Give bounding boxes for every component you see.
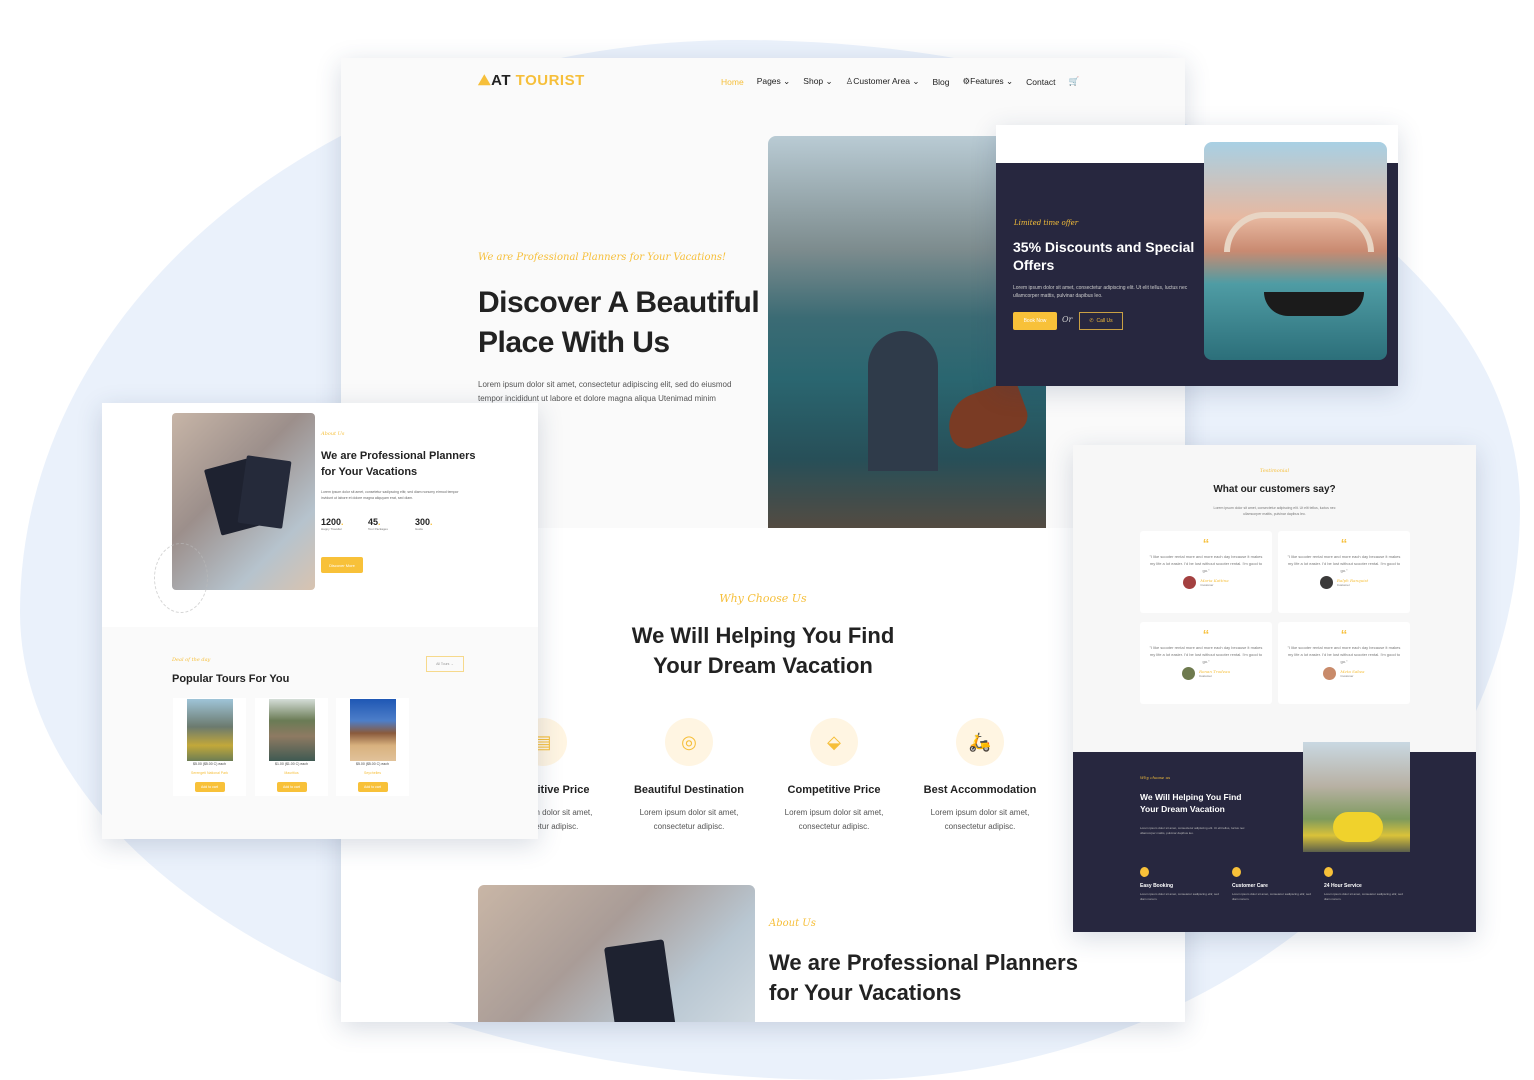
avatar <box>1323 667 1337 680</box>
why-tagline: Why choose us <box>1140 775 1171 780</box>
main-nav: Home Pages ⌄ Shop ⌄ ♙Customer Area ⌄ Blo… <box>721 76 1079 87</box>
book-now-button[interactable]: Book Now <box>1013 312 1057 330</box>
gear-icon: ⚙ <box>962 76 971 86</box>
offer-panel-preview: Limited time offer 35% Discounts and Spe… <box>996 125 1398 386</box>
dashed-circle-decoration <box>154 543 208 613</box>
service-item: 24 Hour Service Lorem ipsum dolor sit ame… <box>1324 867 1409 902</box>
quote-icon: “ <box>1202 627 1210 642</box>
call-us-button[interactable]: ✆ Call Us <box>1079 312 1123 330</box>
avatar <box>1181 667 1195 680</box>
testimonial-text: Lorem ipsum dolor sit amet, consectetur … <box>1213 506 1336 516</box>
passport-shape <box>237 455 292 529</box>
testimonial-card: “"I like scooter rental more and more ea… <box>1140 531 1272 613</box>
tour-card[interactable]: $1.00 ($1.00 C) each Mauritius Add to cart <box>255 698 328 796</box>
person-silhouette <box>868 331 938 471</box>
stat: 300. Guide <box>415 517 433 531</box>
feature-card: 🛵 Best Accommodation Lorem ipsum dolor sit… <box>910 718 1050 834</box>
feature-card: ⬙ Competitive Price Lorem ipsum dolor sit … <box>764 718 904 834</box>
stat: 45. Tour Packages <box>368 517 388 531</box>
chevron-down-icon: ⌄ <box>1006 76 1014 86</box>
price-tag-icon: ⬙ <box>810 718 858 766</box>
calendar-icon <box>1140 867 1149 877</box>
venice-photo <box>1204 142 1387 360</box>
all-tours-button[interactable]: All Tours → <box>426 656 464 672</box>
nav-features[interactable]: ⚙Features ⌄ <box>963 76 1014 87</box>
bridge-shape <box>1224 212 1374 252</box>
discover-more-button[interactable]: Discover More <box>321 557 363 573</box>
headset-icon <box>1232 867 1241 877</box>
why-text: Lorem ipsum dolor sit amet, consectetur … <box>1140 826 1245 835</box>
testimonial-card: “"I like scooter rental more and more ea… <box>1140 622 1272 704</box>
nav-shop[interactable]: Shop ⌄ <box>803 76 832 87</box>
phone-icon: ✆ <box>1089 318 1094 324</box>
testimonial-tagline: Testimonial <box>1259 468 1290 474</box>
tourist-hiker-icon: ⛰ <box>478 72 492 89</box>
or-label: Or <box>1062 315 1073 324</box>
quote-icon: “ <box>1340 627 1348 642</box>
tour-card[interactable]: $5.00 ($5.00 C) each Serengeti National P… <box>173 698 246 796</box>
stat: 1200. Happy Traveller <box>321 517 344 531</box>
nav-customer-area[interactable]: ♙Customer Area ⌄ <box>846 76 920 87</box>
passport-photo <box>478 885 755 1022</box>
why-dark-section <box>1073 752 1476 932</box>
logo[interactable]: ⛰AT TOURIST <box>478 72 585 89</box>
about-text: Lorem ipsum dolor sit amet, consetetur s… <box>321 490 459 500</box>
about-title: We are Professional Planners for Your Vac… <box>321 450 476 478</box>
add-to-cart-button[interactable]: Add to cart <box>276 782 307 792</box>
chevron-down-icon: ⌄ <box>825 76 833 86</box>
testimonial-card: “"I like scooter rental more and more ea… <box>1278 622 1410 704</box>
tour-image-palms <box>268 699 315 761</box>
about-tagline: About Us <box>321 431 345 437</box>
about-tagline: About Us <box>769 918 816 929</box>
nav-contact[interactable]: Contact <box>1026 77 1055 87</box>
tour-card[interactable]: $5.00 ($5.00 C) each Seychelles Add to car… <box>336 698 409 796</box>
feature-card: ◎ Beautiful Destination Lorem ipsum dolor … <box>619 718 759 834</box>
testimonials-panel-preview: Testimonial What our customers say? Lore… <box>1073 445 1476 932</box>
boat-shape <box>939 378 1033 454</box>
service-item: Customer Care Lorem ipsum dolor sit amet,… <box>1232 867 1317 902</box>
offer-title: 35% Discounts and Special Offers <box>1013 239 1195 273</box>
testimonial-card: “"I like scooter rental more and more ea… <box>1278 531 1410 613</box>
tour-image-cactus <box>186 699 233 761</box>
testimonial-title: What our customers say? <box>1213 484 1336 495</box>
why-title: We Will Helping You Find Your Dream Vacat… <box>1140 792 1242 814</box>
hero-title: Discover A Beautiful Place With Us <box>478 286 760 359</box>
add-to-cart-button[interactable]: Add to cart <box>357 782 388 792</box>
service-item: Easy Booking Lorem ipsum dolor sit amet, … <box>1140 867 1225 902</box>
cart-icon[interactable]: 🛒 <box>1068 76 1079 87</box>
nav-pages[interactable]: Pages ⌄ <box>757 76 791 87</box>
offer-tagline: Limited time offer <box>1014 219 1079 227</box>
deal-tagline: Deal of the day <box>172 657 211 663</box>
scooter-couple-photo <box>1303 742 1410 852</box>
chevron-down-icon: ⌄ <box>912 76 920 86</box>
nav-blog[interactable]: Blog <box>932 77 949 87</box>
about-title: We are Professional Planners for Your Vac… <box>769 950 1078 1005</box>
chevron-down-icon: ⌄ <box>783 76 791 86</box>
quote-icon: “ <box>1340 536 1348 551</box>
gondola-shape <box>1264 292 1364 316</box>
avatar <box>1183 576 1197 589</box>
scooter-shape <box>1333 812 1383 842</box>
hero-tagline: We are Professional Planners for Your Va… <box>478 252 727 263</box>
map-pin-icon: ◎ <box>665 718 713 766</box>
deal-title: Popular Tours For You <box>172 673 290 685</box>
tour-image-desert <box>349 699 396 761</box>
quote-icon: “ <box>1202 536 1210 551</box>
avatar <box>1319 576 1333 589</box>
add-to-cart-button[interactable]: Add to cart <box>194 782 225 792</box>
clock-icon <box>1324 867 1333 877</box>
scooter-icon: 🛵 <box>956 718 1004 766</box>
offer-text: Lorem ipsum dolor sit amet, consectetur … <box>1013 285 1188 299</box>
passport-shape <box>604 939 676 1022</box>
nav-home[interactable]: Home <box>721 77 744 87</box>
